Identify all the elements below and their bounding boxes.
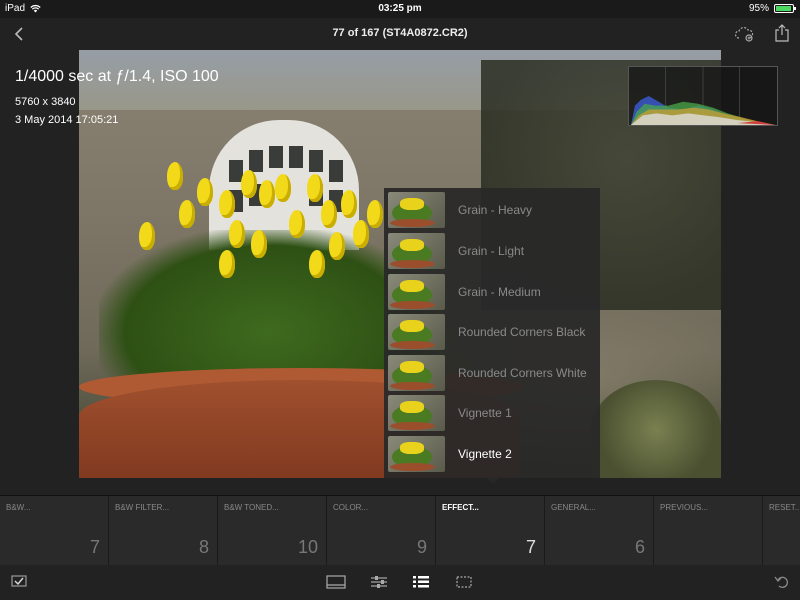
preset-thumbnail	[388, 436, 445, 472]
undo-icon[interactable]	[774, 575, 790, 589]
preset-vignette-2[interactable]: Vignette 2	[384, 434, 600, 474]
preset-thumbnail	[388, 355, 445, 391]
popup-pointer	[486, 477, 500, 484]
category-general[interactable]: GENERAL... 6	[545, 496, 654, 566]
preset-categories: B&W... 7 B&W FILTER... 8 B&W TONED... 10…	[0, 495, 800, 566]
battery-icon	[774, 4, 796, 13]
share-icon[interactable]	[774, 24, 790, 42]
exposure-info: 1/4000 sec at ƒ/1.4, ISO 100	[15, 68, 219, 85]
preset-thumbnail	[388, 314, 445, 350]
presets-list-icon[interactable]	[412, 575, 430, 589]
category-bw[interactable]: B&W... 7	[0, 496, 109, 566]
crop-icon[interactable]	[455, 575, 473, 589]
category-reset[interactable]: RESET...	[763, 496, 800, 566]
preset-grain-light[interactable]: Grain - Light	[384, 231, 600, 271]
status-bar: iPad 03:25 pm 95%	[0, 0, 800, 18]
preset-thumbnail	[388, 395, 445, 431]
category-previous[interactable]: PREVIOUS...	[654, 496, 763, 566]
adjustments-icon[interactable]	[370, 575, 388, 589]
preset-grain-medium[interactable]: Grain - Medium	[384, 272, 600, 312]
filmstrip-icon[interactable]	[326, 575, 346, 589]
preset-rounded-corners-white[interactable]: Rounded Corners White	[384, 353, 600, 393]
photo-title: 77 of 167 (ST4A0872.CR2)	[332, 27, 468, 39]
capture-date: 3 May 2014 17:05:21	[15, 114, 119, 126]
presets-popup: Grain - Heavy Grain - Light Grain - Medi…	[384, 188, 600, 478]
preset-thumbnail	[388, 233, 445, 269]
battery-percent: 95%	[748, 3, 769, 14]
preset-thumbnail	[388, 274, 445, 310]
bottom-toolbar	[0, 565, 800, 600]
top-bar: 77 of 167 (ST4A0872.CR2)	[0, 18, 800, 50]
category-bw-filter[interactable]: B&W FILTER... 8	[109, 496, 218, 566]
flag-icon[interactable]	[11, 575, 27, 589]
category-color[interactable]: COLOR... 9	[327, 496, 436, 566]
image-dimensions: 5760 x 3840	[15, 96, 76, 108]
cloud-sync-icon[interactable]	[734, 26, 754, 42]
clock: 03:25 pm	[378, 3, 422, 14]
category-effect[interactable]: EFFECT... 7	[436, 496, 545, 566]
preset-rounded-corners-black[interactable]: Rounded Corners Black	[384, 312, 600, 352]
preset-grain-heavy[interactable]: Grain - Heavy	[384, 190, 600, 230]
histogram[interactable]	[628, 66, 778, 126]
category-bw-toned[interactable]: B&W TONED... 10	[218, 496, 327, 566]
preset-vignette-1[interactable]: Vignette 1	[384, 393, 600, 433]
exif-info: 1/4000 sec at ƒ/1.4, ISO 100 5760 x 3840…	[15, 68, 219, 126]
preset-thumbnail	[388, 192, 445, 228]
